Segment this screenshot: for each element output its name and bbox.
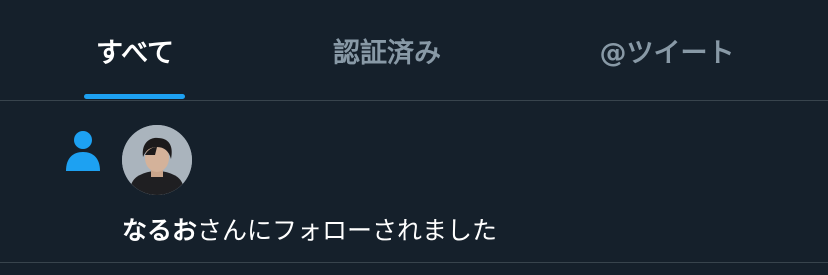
person-icon: [66, 131, 100, 171]
tab-verified[interactable]: 認証済み: [290, 0, 484, 100]
avatar-image: [122, 125, 192, 195]
notification-message: なるおさんにフォローされました: [122, 211, 497, 247]
notification-tabs: すべて 認証済み @ツイート: [0, 0, 828, 101]
notifications-screen: すべて 認証済み @ツイート なるおさんにフォローされました: [0, 0, 828, 275]
tab-all[interactable]: すべて: [42, 0, 228, 100]
user-name[interactable]: なるお: [122, 216, 197, 245]
active-tab-indicator: [84, 94, 185, 99]
follow-notification[interactable]: なるおさんにフォローされました: [0, 101, 828, 263]
tab-mentions[interactable]: @ツイート: [560, 0, 774, 100]
notification-action-text: さんにフォローされました: [197, 216, 498, 245]
avatar[interactable]: [122, 125, 192, 195]
next-item-edge: [0, 263, 828, 275]
